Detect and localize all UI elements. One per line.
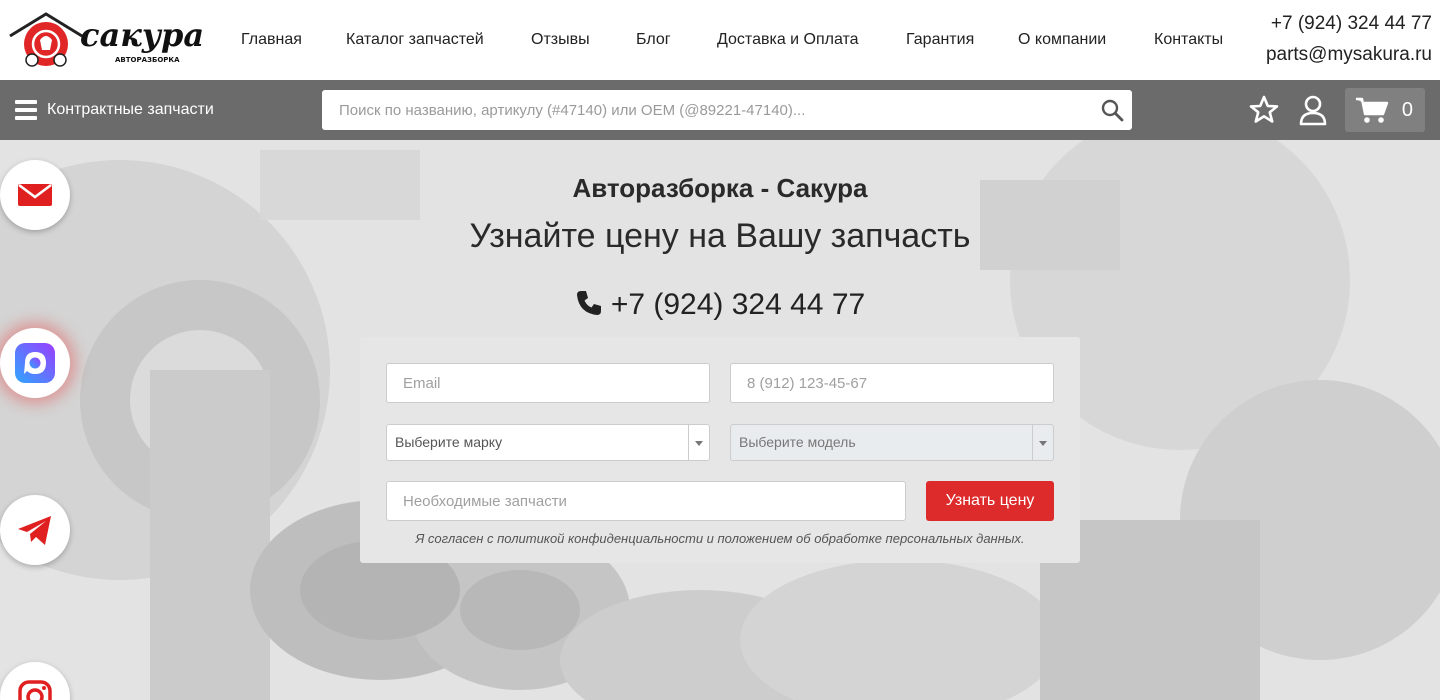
nav-contacts[interactable]: Контакты bbox=[1154, 31, 1223, 49]
max-messenger-button[interactable] bbox=[0, 328, 70, 398]
nav-reviews[interactable]: Отзывы bbox=[531, 31, 590, 49]
hero-subtitle: Узнайте цену на Вашу запчасть bbox=[469, 217, 971, 255]
nav-delivery[interactable]: Доставка и Оплата bbox=[717, 31, 859, 49]
header-contacts: +7 (924) 324 44 77 parts@mysakura.ru bbox=[1266, 12, 1432, 67]
catalog-menu-label: Контрактные запчасти bbox=[47, 101, 214, 118]
hero-title: Авторазборка - Сакура bbox=[572, 173, 868, 203]
logo-subtitle: АВТОРАЗБОРКА bbox=[115, 56, 180, 64]
search-input[interactable] bbox=[322, 90, 1092, 130]
hero-phone-number: +7 (924) 324 44 77 bbox=[610, 288, 866, 321]
telegram-icon bbox=[18, 516, 51, 545]
privacy-consent-text[interactable]: Я согласен с политикой конфиденциальност… bbox=[360, 531, 1080, 546]
email-field[interactable] bbox=[387, 364, 709, 402]
parts-field-wrapper bbox=[386, 481, 906, 521]
telegram-button[interactable] bbox=[0, 495, 70, 565]
phone-field[interactable] bbox=[731, 364, 1053, 402]
catalog-menu-button[interactable]: Контрактные запчасти bbox=[15, 98, 214, 122]
hamburger-icon bbox=[15, 100, 37, 120]
hero-phone[interactable]: +7 (924) 324 44 77 bbox=[0, 288, 1440, 322]
header-phone[interactable]: +7 (924) 324 44 77 bbox=[1266, 12, 1432, 36]
star-icon[interactable] bbox=[1248, 94, 1280, 126]
site-header: сакура АВТОРАЗБОРКА Главная Каталог запч… bbox=[0, 0, 1440, 80]
max-icon bbox=[15, 343, 55, 383]
toolbar: Контрактные запчасти bbox=[0, 80, 1440, 140]
model-select-value: Выберите модель bbox=[739, 434, 856, 450]
header-email[interactable]: parts@mysakura.ru bbox=[1266, 43, 1432, 67]
model-select[interactable]: Выберите модель bbox=[730, 424, 1054, 461]
search-icon[interactable] bbox=[1100, 98, 1124, 122]
chevron-down-icon bbox=[688, 425, 709, 460]
main-nav: Главная Каталог запчастей Отзывы Блог До… bbox=[0, 31, 1440, 51]
cart-button[interactable]: 0 bbox=[1345, 88, 1425, 132]
nav-home[interactable]: Главная bbox=[241, 31, 302, 49]
price-request-form: Выберите марку Выберите модель Узнать це… bbox=[360, 337, 1080, 563]
mail-icon bbox=[18, 183, 52, 206]
search-box bbox=[322, 90, 1132, 130]
instagram-icon bbox=[18, 680, 52, 700]
cart-count: 0 bbox=[1401, 99, 1413, 121]
brand-select[interactable]: Выберите марку bbox=[386, 424, 710, 461]
cart-icon bbox=[1356, 97, 1389, 123]
nav-blog[interactable]: Блог bbox=[636, 31, 671, 49]
nav-warranty[interactable]: Гарантия bbox=[906, 31, 974, 49]
get-price-button[interactable]: Узнать цену bbox=[926, 481, 1054, 521]
parts-field[interactable] bbox=[387, 482, 905, 520]
phone-field-wrapper bbox=[730, 363, 1054, 403]
user-icon[interactable] bbox=[1298, 94, 1328, 126]
email-field-wrapper bbox=[386, 363, 710, 403]
nav-about[interactable]: О компании bbox=[1018, 31, 1106, 49]
email-contact-button[interactable] bbox=[0, 160, 70, 230]
phone-icon bbox=[576, 291, 601, 315]
nav-catalog[interactable]: Каталог запчастей bbox=[346, 31, 484, 49]
hero-section: Авторазборка - Сакура Узнайте цену на Ва… bbox=[0, 140, 1440, 700]
brand-select-value: Выберите марку bbox=[395, 434, 503, 450]
chevron-down-icon bbox=[1032, 425, 1053, 460]
